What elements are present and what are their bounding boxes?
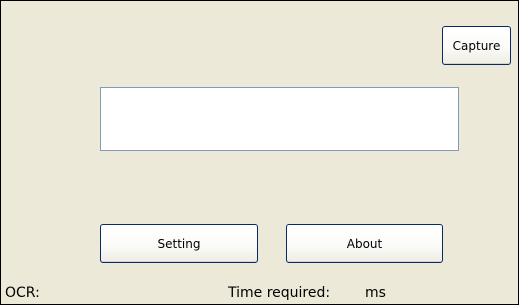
ocr-status-label: OCR: <box>5 285 40 301</box>
capture-button-label: Capture <box>452 38 501 53</box>
about-button[interactable]: About <box>286 224 443 263</box>
setting-button-label: Setting <box>157 236 201 251</box>
capture-button[interactable]: Capture <box>442 26 511 65</box>
about-button-label: About <box>346 236 383 251</box>
setting-button[interactable]: Setting <box>100 224 258 263</box>
time-unit-label: ms <box>365 285 386 301</box>
ocr-result-textbox[interactable] <box>100 87 459 151</box>
app-window: Capture Setting About OCR: Time required… <box>0 0 519 305</box>
time-required-label: Time required: <box>228 285 331 301</box>
